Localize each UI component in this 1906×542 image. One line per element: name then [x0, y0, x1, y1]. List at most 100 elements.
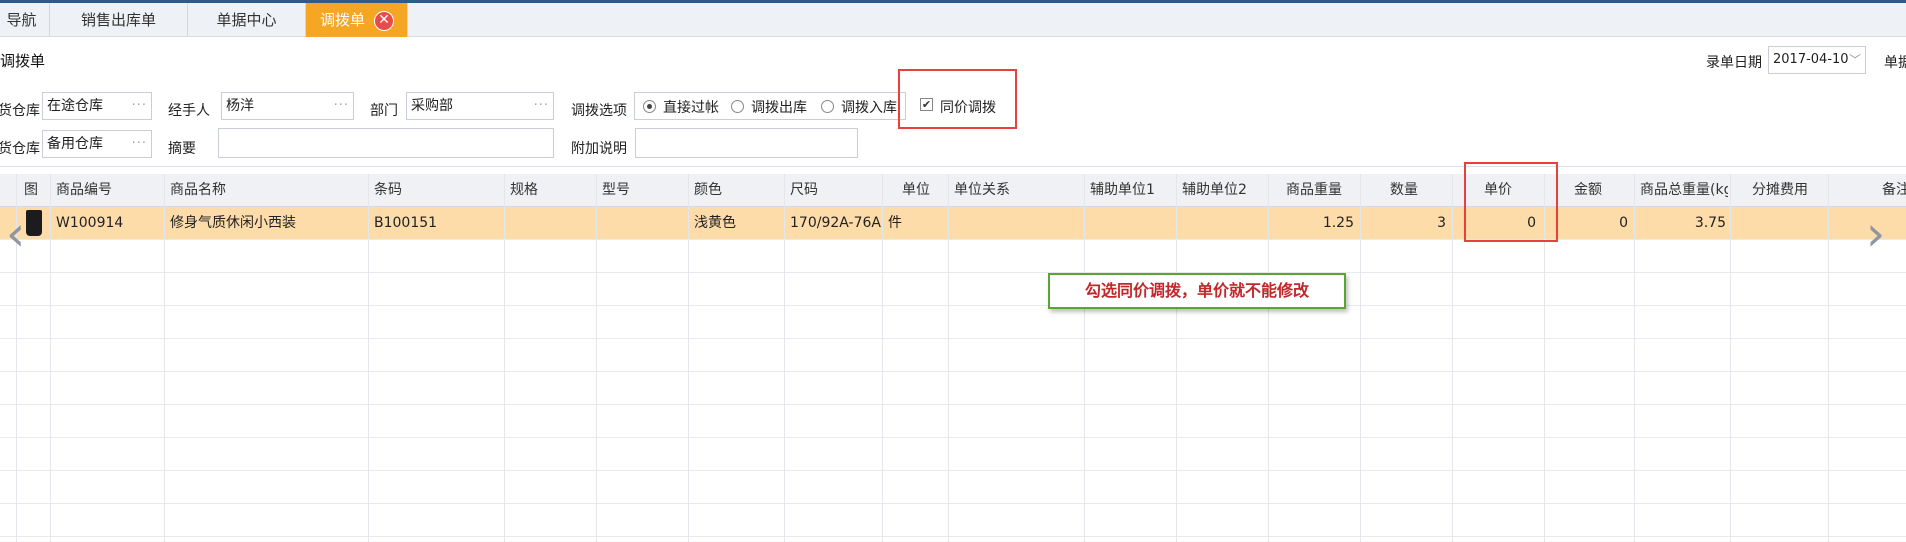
row-divider [0, 338, 1906, 339]
col-header-total-weight[interactable]: 商品总重量(kg [1640, 174, 1728, 207]
radio-transfer-in[interactable] [821, 100, 834, 113]
ellipsis-icon[interactable]: ··· [132, 131, 147, 157]
tab-transfer-order[interactable]: 调拨单 ✕ [306, 3, 408, 37]
chevron-down-icon[interactable]: ﹀ [1849, 47, 1861, 73]
cell-weight[interactable]: 1.25 [1268, 207, 1354, 239]
row-divider [0, 437, 1906, 438]
ellipsis-icon[interactable]: ··· [334, 93, 349, 119]
highlight-same-price-option [898, 69, 1017, 129]
radio-transfer-out[interactable] [731, 100, 744, 113]
col-header-remark[interactable]: 备注 [1882, 174, 1906, 207]
ellipsis-icon[interactable]: ··· [132, 93, 147, 119]
cell-color[interactable]: 浅黄色 [694, 207, 736, 239]
col-header-model[interactable]: 型号 [602, 174, 630, 207]
radio-direct-post-label: 直接过帐 [663, 100, 719, 116]
cell-qty[interactable]: 3 [1360, 207, 1446, 239]
grid-header [0, 174, 1906, 207]
tab-label: 调拨单 [320, 11, 366, 29]
col-divider [164, 174, 165, 542]
header-divider [0, 166, 1906, 167]
tab-bar: 导航 销售出库单 单据中心 调拨单 ✕ [0, 3, 1906, 37]
col-header-qty[interactable]: 数量 [1390, 174, 1418, 207]
out-warehouse-value: 在途仓库 [47, 98, 103, 114]
department-label: 部门 [370, 103, 398, 119]
out-warehouse-field[interactable]: 在途仓库 ··· [42, 92, 152, 120]
col-divider [368, 174, 369, 542]
transfer-options-group: 直接过帐 调拨出库 调拨入库 [634, 92, 906, 120]
col-header-code[interactable]: 商品编号 [56, 174, 112, 207]
col-divider [1176, 174, 1177, 542]
col-header-amount[interactable]: 金额 [1574, 174, 1602, 207]
transfer-options-label: 调拨选项 [571, 103, 627, 119]
cell-name[interactable]: 修身气质休闲小西装 [170, 207, 296, 239]
row-divider [0, 404, 1906, 405]
summary-field[interactable] [218, 128, 554, 158]
handler-field[interactable]: 杨洋 ··· [221, 92, 354, 120]
record-date-label: 录单日期 [1706, 55, 1762, 71]
col-header-aux-unit2[interactable]: 辅助单位2 [1182, 174, 1247, 207]
in-warehouse-label: 货仓库 [0, 141, 40, 157]
handler-value: 杨洋 [226, 98, 254, 114]
department-value: 采购部 [411, 98, 453, 114]
chevron-right-icon[interactable]: › [1866, 210, 1885, 258]
cell-total-weight[interactable]: 3.75 [1634, 207, 1726, 239]
col-header-barcode[interactable]: 条码 [374, 174, 402, 207]
col-header-name[interactable]: 商品名称 [170, 174, 226, 207]
annotation-callout: 勾选同价调拨，单价就不能修改 [1048, 273, 1346, 309]
col-header-weight[interactable]: 商品重量 [1286, 174, 1342, 207]
handler-label: 经手人 [168, 103, 210, 119]
col-header-aux-unit1[interactable]: 辅助单位1 [1090, 174, 1155, 207]
radio-transfer-in-label: 调拨入库 [841, 100, 897, 116]
row-divider [0, 272, 1906, 273]
out-warehouse-label: 货仓库 [0, 103, 40, 119]
ellipsis-icon[interactable]: ··· [534, 93, 549, 119]
col-header-unit-relation[interactable]: 单位关系 [954, 174, 1010, 207]
row-divider [0, 239, 1906, 240]
row-divider [0, 305, 1906, 306]
col-divider [784, 174, 785, 542]
cell-size[interactable]: 170/92A-76A [790, 207, 881, 239]
col-header-color[interactable]: 颜色 [694, 174, 722, 207]
cell-unit[interactable]: 件 [888, 207, 902, 239]
col-divider [948, 174, 949, 542]
col-header-alloc-fee[interactable]: 分摊费用 [1752, 174, 1808, 207]
col-header-spec[interactable]: 规格 [510, 174, 538, 207]
row-divider [0, 371, 1906, 372]
col-divider [1828, 174, 1829, 542]
product-thumbnail [26, 210, 42, 236]
record-date-picker[interactable]: 2017-04-10 ﹀ [1768, 46, 1866, 74]
cell-code[interactable]: W100914 [56, 207, 123, 239]
summary-label: 摘要 [168, 141, 196, 157]
close-icon[interactable]: ✕ [374, 11, 394, 31]
items-grid: 图 商品编号 商品名称 条码 规格 型号 颜色 尺码 单位 单位关系 辅助单位1… [0, 174, 1906, 542]
col-divider [882, 174, 883, 542]
col-header-size[interactable]: 尺码 [790, 174, 818, 207]
extra-note-label: 附加说明 [571, 141, 627, 157]
highlight-price-column [1464, 162, 1558, 242]
row-divider [0, 503, 1906, 504]
cell-barcode[interactable]: B100151 [374, 207, 437, 239]
in-warehouse-value: 备用仓库 [47, 136, 103, 152]
tab-label: 销售出库单 [80, 11, 156, 29]
col-header-unit[interactable]: 单位 [902, 174, 930, 207]
tab-navigation[interactable]: 导航 [0, 3, 50, 37]
in-warehouse-field[interactable]: 备用仓库 ··· [42, 130, 152, 158]
col-divider [688, 174, 689, 542]
chevron-left-icon[interactable]: ‹ [6, 210, 25, 258]
tab-label: 导航 [6, 11, 37, 29]
col-divider [504, 174, 505, 542]
doc-number-label: 单据 [1884, 55, 1906, 71]
tab-document-center[interactable]: 单据中心 [188, 3, 306, 37]
row-divider [0, 536, 1906, 537]
extra-note-field[interactable] [635, 128, 858, 158]
radio-direct-post[interactable] [643, 100, 656, 113]
department-field[interactable]: 采购部 ··· [406, 92, 554, 120]
col-divider [50, 174, 51, 542]
col-header-image[interactable]: 图 [24, 174, 38, 207]
radio-transfer-out-label: 调拨出库 [751, 100, 807, 116]
col-divider [1730, 174, 1731, 542]
col-divider [1084, 174, 1085, 542]
page-title: 调拨单 [0, 52, 46, 70]
tab-sales-outbound[interactable]: 销售出库单 [50, 3, 188, 37]
row-divider [0, 470, 1906, 471]
